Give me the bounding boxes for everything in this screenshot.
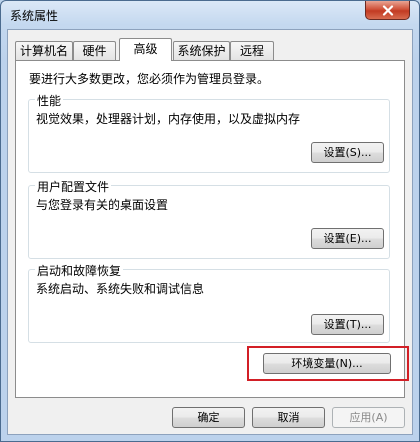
ok-button[interactable]: 确定 <box>172 407 245 428</box>
tab-remote[interactable]: 远程 <box>230 41 274 60</box>
tab-system-protection[interactable]: 系统保护 <box>173 41 230 60</box>
apply-button[interactable]: 应用(A) <box>332 407 405 428</box>
tab-advanced[interactable]: 高级 <box>119 38 172 61</box>
tab-hardware[interactable]: 硬件 <box>73 41 116 60</box>
window-title: 系统属性 <box>10 9 59 23</box>
cancel-button[interactable]: 取消 <box>252 407 325 428</box>
close-icon <box>382 4 394 16</box>
title-bar[interactable]: 系统属性 <box>1 1 419 27</box>
user-profiles-description: 与您登录有关的桌面设置 <box>36 198 169 212</box>
close-button[interactable] <box>365 1 410 20</box>
tab-computer-name[interactable]: 计算机名 <box>15 41 73 60</box>
system-properties-window: 系统属性 计算机名 硬件 高级 系统保护 远程 要进行大多数更改，您必须作为管理… <box>0 0 420 442</box>
performance-description: 视觉效果，处理器计划，内存使用，以及虚拟内存 <box>36 112 301 126</box>
startup-recovery-description: 系统启动、系统失败和调试信息 <box>36 282 205 296</box>
startup-recovery-settings-button[interactable]: 设置(T)... <box>311 314 384 335</box>
startup-recovery-group-title: 启动和故障恢复 <box>35 262 124 279</box>
performance-group: 性能 视觉效果，处理器计划，内存使用，以及虚拟内存 设置(S)... <box>28 92 390 173</box>
user-profiles-settings-button[interactable]: 设置(E)... <box>311 228 384 249</box>
admin-notice: 要进行大多数更改，您必须作为管理员登录。 <box>29 72 270 86</box>
dialog-client-area: 计算机名 硬件 高级 系统保护 远程 要进行大多数更改，您必须作为管理员登录。 … <box>7 29 413 435</box>
performance-group-title: 性能 <box>35 92 64 109</box>
performance-settings-button[interactable]: 设置(S)... <box>311 142 384 163</box>
user-profiles-group: 用户配置文件 与您登录有关的桌面设置 设置(E)... <box>28 178 390 259</box>
startup-recovery-group: 启动和故障恢复 系统启动、系统失败和调试信息 设置(T)... <box>28 262 390 343</box>
user-profiles-group-title: 用户配置文件 <box>35 178 112 195</box>
highlight-annotation <box>247 346 409 381</box>
